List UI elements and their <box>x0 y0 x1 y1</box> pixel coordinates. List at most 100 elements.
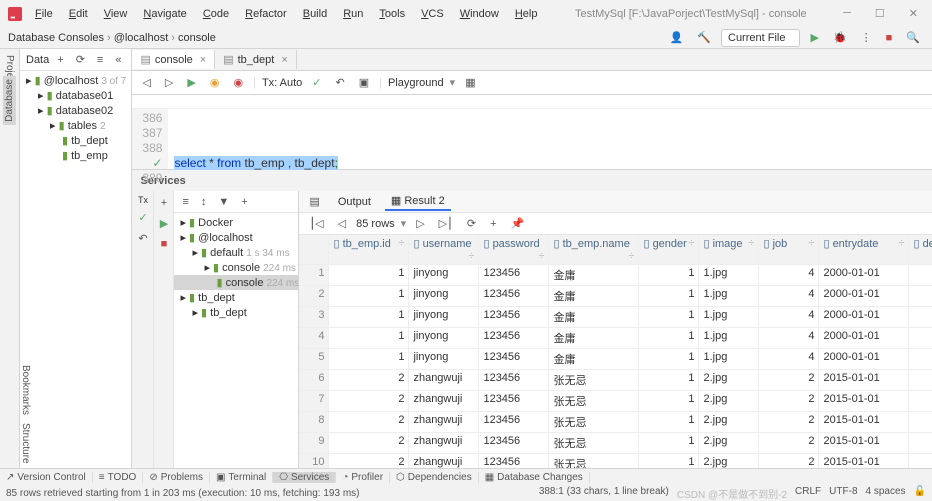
svc-collapse-icon[interactable]: ↕ <box>197 194 211 210</box>
tab-result[interactable]: ▦ Result 2 <box>385 192 451 211</box>
settings-icon[interactable]: ▣ <box>355 74 373 91</box>
tab-output[interactable]: Output <box>332 194 377 210</box>
tree-item[interactable]: ▸ ▮ database02 <box>20 103 131 118</box>
bookmarks-btn[interactable]: Bookmarks <box>20 365 31 415</box>
prev-page-icon[interactable]: ◁ <box>334 215 350 232</box>
readonly-icon[interactable]: 🔓 <box>914 486 926 501</box>
line-sep[interactable]: CRLF <box>795 486 821 501</box>
services-tree[interactable]: ▸ ▮ Docker▸ ▮ @localhost▸ ▮ default 1 s … <box>174 213 298 322</box>
table-row[interactable]: 51jinyong123456金庸11.jpg42000-01-0122024-… <box>299 349 932 370</box>
prev-icon[interactable]: ◁ <box>138 74 154 91</box>
search-icon[interactable]: 🔍 <box>902 29 924 46</box>
next-icon[interactable]: ▷ <box>161 74 177 91</box>
tree-item[interactable]: ▸ ▮ @localhost 3 of 7 <box>20 73 131 88</box>
tree-item[interactable]: ▸ ▮ console 224 ms <box>174 260 298 275</box>
col-header[interactable]: ▯ username ÷ <box>409 235 479 265</box>
playground-mode[interactable]: Playground <box>388 77 444 89</box>
add-row-icon[interactable]: + <box>486 216 500 232</box>
user-icon[interactable]: 👤 <box>666 29 688 46</box>
dbchanges-btn[interactable]: ▦ Database Changes <box>479 472 590 483</box>
menu-build[interactable]: Build <box>296 6 334 22</box>
debug-icon[interactable]: 🐞 <box>829 29 851 46</box>
svc-ok-icon[interactable]: ✓ <box>134 209 151 226</box>
tab-tb_dept[interactable]: ▤ tb_dept × <box>215 50 297 69</box>
svc-plus-icon[interactable]: + <box>237 194 251 210</box>
tree-item[interactable]: ▸ ▮ @localhost <box>174 230 298 245</box>
datasource-tree[interactable]: ▸ ▮ @localhost 3 of 7▸ ▮ database01▸ ▮ d… <box>20 71 131 165</box>
table-row[interactable]: 62zhangwuji123456张无忌12.jpg22015-01-01220… <box>299 370 932 391</box>
reload-icon[interactable]: ⟳ <box>463 215 480 232</box>
vcs-btn[interactable]: ↗ Version Control <box>0 472 93 483</box>
tree-item[interactable]: ▸ ▮ default 1 s 34 ms <box>174 245 298 260</box>
tree-item[interactable]: ▸ ▮ database01 <box>20 88 131 103</box>
problems-btn[interactable]: ⊘ Problems <box>143 472 210 483</box>
tree-item[interactable]: ▮ tb_emp <box>20 148 131 163</box>
tree-item[interactable]: ▮ tb_dept <box>20 133 131 148</box>
col-header[interactable]: ▯ tb_emp.name ÷ <box>549 235 639 265</box>
terminal-btn[interactable]: ▣ Terminal <box>210 472 273 483</box>
stop-exec-icon[interactable]: ◉ <box>229 74 247 91</box>
explain-icon[interactable]: ◉ <box>206 74 224 91</box>
table-row[interactable]: 82zhangwuji123456张无忌12.jpg22015-01-01220… <box>299 412 932 433</box>
more-actions-icon[interactable]: ⋮ <box>857 29 876 46</box>
run-icon[interactable]: ▶ <box>806 29 822 46</box>
editor-code[interactable]: select * from tb_emp , tb_dept; <box>168 109 932 169</box>
svc-filter-icon[interactable]: ▼ <box>214 194 233 210</box>
output-icon[interactable]: ▤ <box>305 193 323 210</box>
execute-icon[interactable]: ▶ <box>183 74 199 91</box>
layout-icon[interactable]: ▦ <box>461 74 479 91</box>
menu-edit[interactable]: Edit <box>62 6 95 22</box>
commit-icon[interactable]: ✓ <box>308 74 325 91</box>
maximize-button[interactable]: ☐ <box>869 5 891 22</box>
profiler-btn[interactable]: ◔ Profiler <box>336 472 390 483</box>
table-row[interactable]: 31jinyong123456金庸11.jpg42000-01-0122024-… <box>299 307 932 328</box>
svc-expand-icon[interactable]: ≡ <box>178 194 192 210</box>
svc-stop-icon[interactable]: ■ <box>157 236 172 252</box>
col-header[interactable]: ▯ gender ÷ <box>639 235 699 265</box>
tab-console[interactable]: ▤ console × <box>132 50 215 69</box>
close-button[interactable]: ✕ <box>903 5 924 22</box>
menu-view[interactable]: View <box>97 6 135 22</box>
todo-btn[interactable]: ≡ TODO <box>93 472 144 483</box>
col-header[interactable]: ▯ tb_emp.id ÷ <box>329 235 409 265</box>
next-page-icon[interactable]: ▷ <box>412 215 428 232</box>
collapse-icon[interactable]: « <box>111 52 125 68</box>
run-config-dropdown[interactable]: Current File <box>721 29 800 47</box>
stop-icon[interactable]: ■ <box>882 30 897 46</box>
add-ds-icon[interactable]: + <box>53 52 67 68</box>
result-grid[interactable]: ▯ tb_emp.id ÷▯ username ÷▯ password ÷▯ t… <box>299 235 932 468</box>
col-header[interactable]: ▯ dept_id ÷ <box>909 235 932 265</box>
svc-add-icon[interactable]: + <box>157 195 171 211</box>
col-header[interactable]: ▯ password ÷ <box>479 235 549 265</box>
table-row[interactable]: 21jinyong123456金庸11.jpg42000-01-0122024-… <box>299 286 932 307</box>
menu-run[interactable]: Run <box>336 6 370 22</box>
svc-undo-icon[interactable]: ↶ <box>134 230 151 247</box>
svc-run-icon[interactable]: ▶ <box>156 215 172 232</box>
tree-item[interactable]: ▸ ▮ Docker <box>174 215 298 230</box>
last-page-icon[interactable]: ▷⎮ <box>435 215 457 232</box>
breadcrumb-ds[interactable]: @localhost <box>114 32 169 44</box>
menu-window[interactable]: Window <box>453 6 506 22</box>
table-row[interactable]: 72zhangwuji123456张无忌12.jpg22015-01-01220… <box>299 391 932 412</box>
tree-item[interactable]: ▸ ▮ tables 2 <box>20 118 131 133</box>
menu-navigate[interactable]: Navigate <box>136 6 193 22</box>
col-header[interactable]: ▯ job ÷ <box>759 235 819 265</box>
table-row[interactable]: 41jinyong123456金庸11.jpg42000-01-0122024-… <box>299 328 932 349</box>
menu-tools[interactable]: Tools <box>372 6 412 22</box>
menu-file[interactable]: File <box>28 6 60 22</box>
table-row[interactable]: 92zhangwuji123456张无忌12.jpg22015-01-01220… <box>299 433 932 454</box>
rollback-icon[interactable]: ↶ <box>332 74 349 91</box>
menu-code[interactable]: Code <box>196 6 236 22</box>
encoding[interactable]: UTF-8 <box>829 486 857 501</box>
refresh-icon[interactable]: ⟳ <box>72 51 89 68</box>
database-toolwindow-button[interactable]: Database <box>3 76 16 125</box>
menu-vcs[interactable]: VCS <box>414 6 451 22</box>
deps-btn[interactable]: ⬡ Dependencies <box>390 472 479 483</box>
tree-item[interactable]: ▸ ▮ tb_dept <box>174 290 298 305</box>
menu-help[interactable]: Help <box>508 6 545 22</box>
sql-editor[interactable]: 386387388✓ 389 select * from tb_emp , tb… <box>132 109 932 169</box>
col-header[interactable]: ▯ entrydate ÷ <box>819 235 909 265</box>
caret-pos[interactable]: 388:1 (33 chars, 1 line break) <box>539 486 669 501</box>
breadcrumb-leaf[interactable]: console <box>178 32 216 44</box>
structure-btn[interactable]: Structure <box>20 423 31 464</box>
